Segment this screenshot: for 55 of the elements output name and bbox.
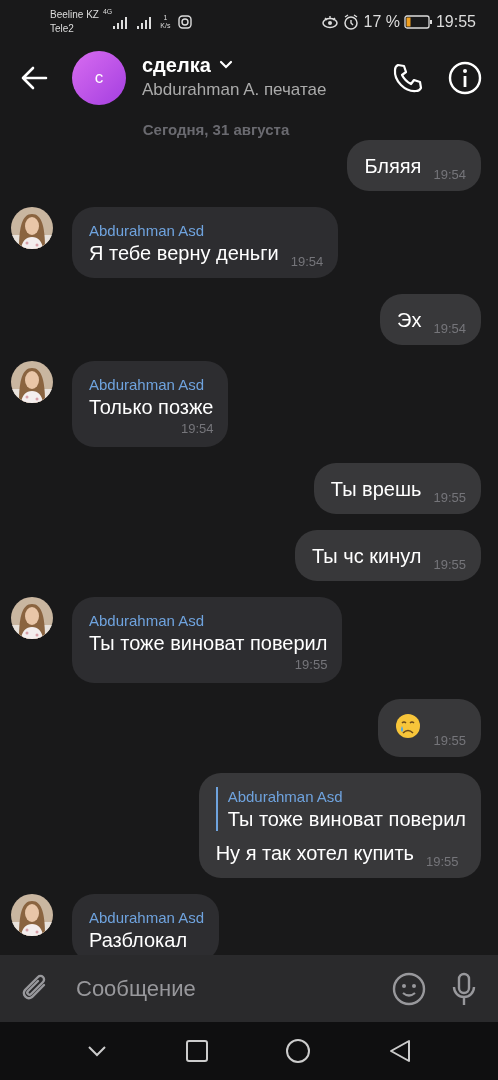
microphone-icon xyxy=(450,971,478,1006)
eye-icon xyxy=(321,15,340,29)
avatar: с xyxy=(72,50,126,105)
timestamp: 19:55 xyxy=(433,555,466,574)
carrier-name: Tele2 xyxy=(50,22,75,36)
info-button[interactable] xyxy=(448,60,482,95)
message-text: Я тебе верну деньги xyxy=(89,240,279,265)
message-input[interactable]: Сообщение xyxy=(74,971,392,1006)
timestamp: 19:55 xyxy=(293,656,328,673)
timestamp: 19:55 xyxy=(433,731,466,750)
call-button[interactable] xyxy=(392,61,424,94)
message-field[interactable]: Сообщение xyxy=(0,955,498,1022)
date-separator: Сегодня, 31 августа xyxy=(141,120,291,140)
phone-icon xyxy=(392,61,424,94)
timestamp: 19:55 xyxy=(433,488,466,507)
message-text: Ты врешь xyxy=(330,476,422,501)
back-button[interactable] xyxy=(20,65,48,90)
message-text: Ты тоже виноват поверил xyxy=(89,630,328,655)
sender-name: Abdurahman Asd xyxy=(89,374,206,395)
signal-icon xyxy=(136,15,153,29)
camera-icon xyxy=(178,15,193,29)
microphone-button[interactable] xyxy=(450,971,478,1006)
crying-face-icon xyxy=(395,712,422,739)
message-text: Только позже xyxy=(89,394,214,419)
sender-name: Abdurahman Asd xyxy=(89,220,206,241)
message-text: Эх xyxy=(397,307,422,332)
emoji-button[interactable] xyxy=(392,971,426,1006)
message-text: Разблокал xyxy=(89,927,188,952)
battery-percent: 17 % xyxy=(363,12,400,32)
smiley-icon xyxy=(392,971,426,1006)
sender-name: Abdurahman Asd xyxy=(227,786,344,807)
message-text: Ну я так хотел купить xyxy=(215,840,414,865)
clock: 19:55 xyxy=(435,12,476,32)
triangle-back-icon[interactable] xyxy=(388,1039,411,1063)
square-icon[interactable] xyxy=(185,1040,208,1062)
timestamp: 19:54 xyxy=(179,420,214,437)
timestamp: 19:54 xyxy=(290,252,324,271)
chat-title[interactable]: сделка xyxy=(142,52,211,77)
timestamp: 19:54 xyxy=(433,319,466,338)
message-text: Ты чс кинул xyxy=(312,543,422,568)
sender-name: Abdurahman Asd xyxy=(89,610,206,631)
quoted-text: Ты тоже виноват поверил xyxy=(227,806,466,831)
signal-icon xyxy=(112,15,129,29)
alarm-icon xyxy=(343,14,360,30)
message-text: Бляяя xyxy=(364,153,422,178)
circle-icon[interactable] xyxy=(286,1039,311,1063)
sender-name: Abdurahman Asd xyxy=(89,907,205,928)
timestamp: 19:54 xyxy=(433,165,466,184)
typing-status: Abdurahman A. печатае xyxy=(142,78,327,101)
info-icon xyxy=(448,60,482,95)
timestamp: 19:55 xyxy=(426,852,459,871)
back-arrow-icon xyxy=(20,65,48,90)
chevron-down-icon[interactable] xyxy=(87,1045,108,1057)
battery-icon xyxy=(403,15,432,29)
carrier-name: Beeline KZ xyxy=(50,8,99,22)
